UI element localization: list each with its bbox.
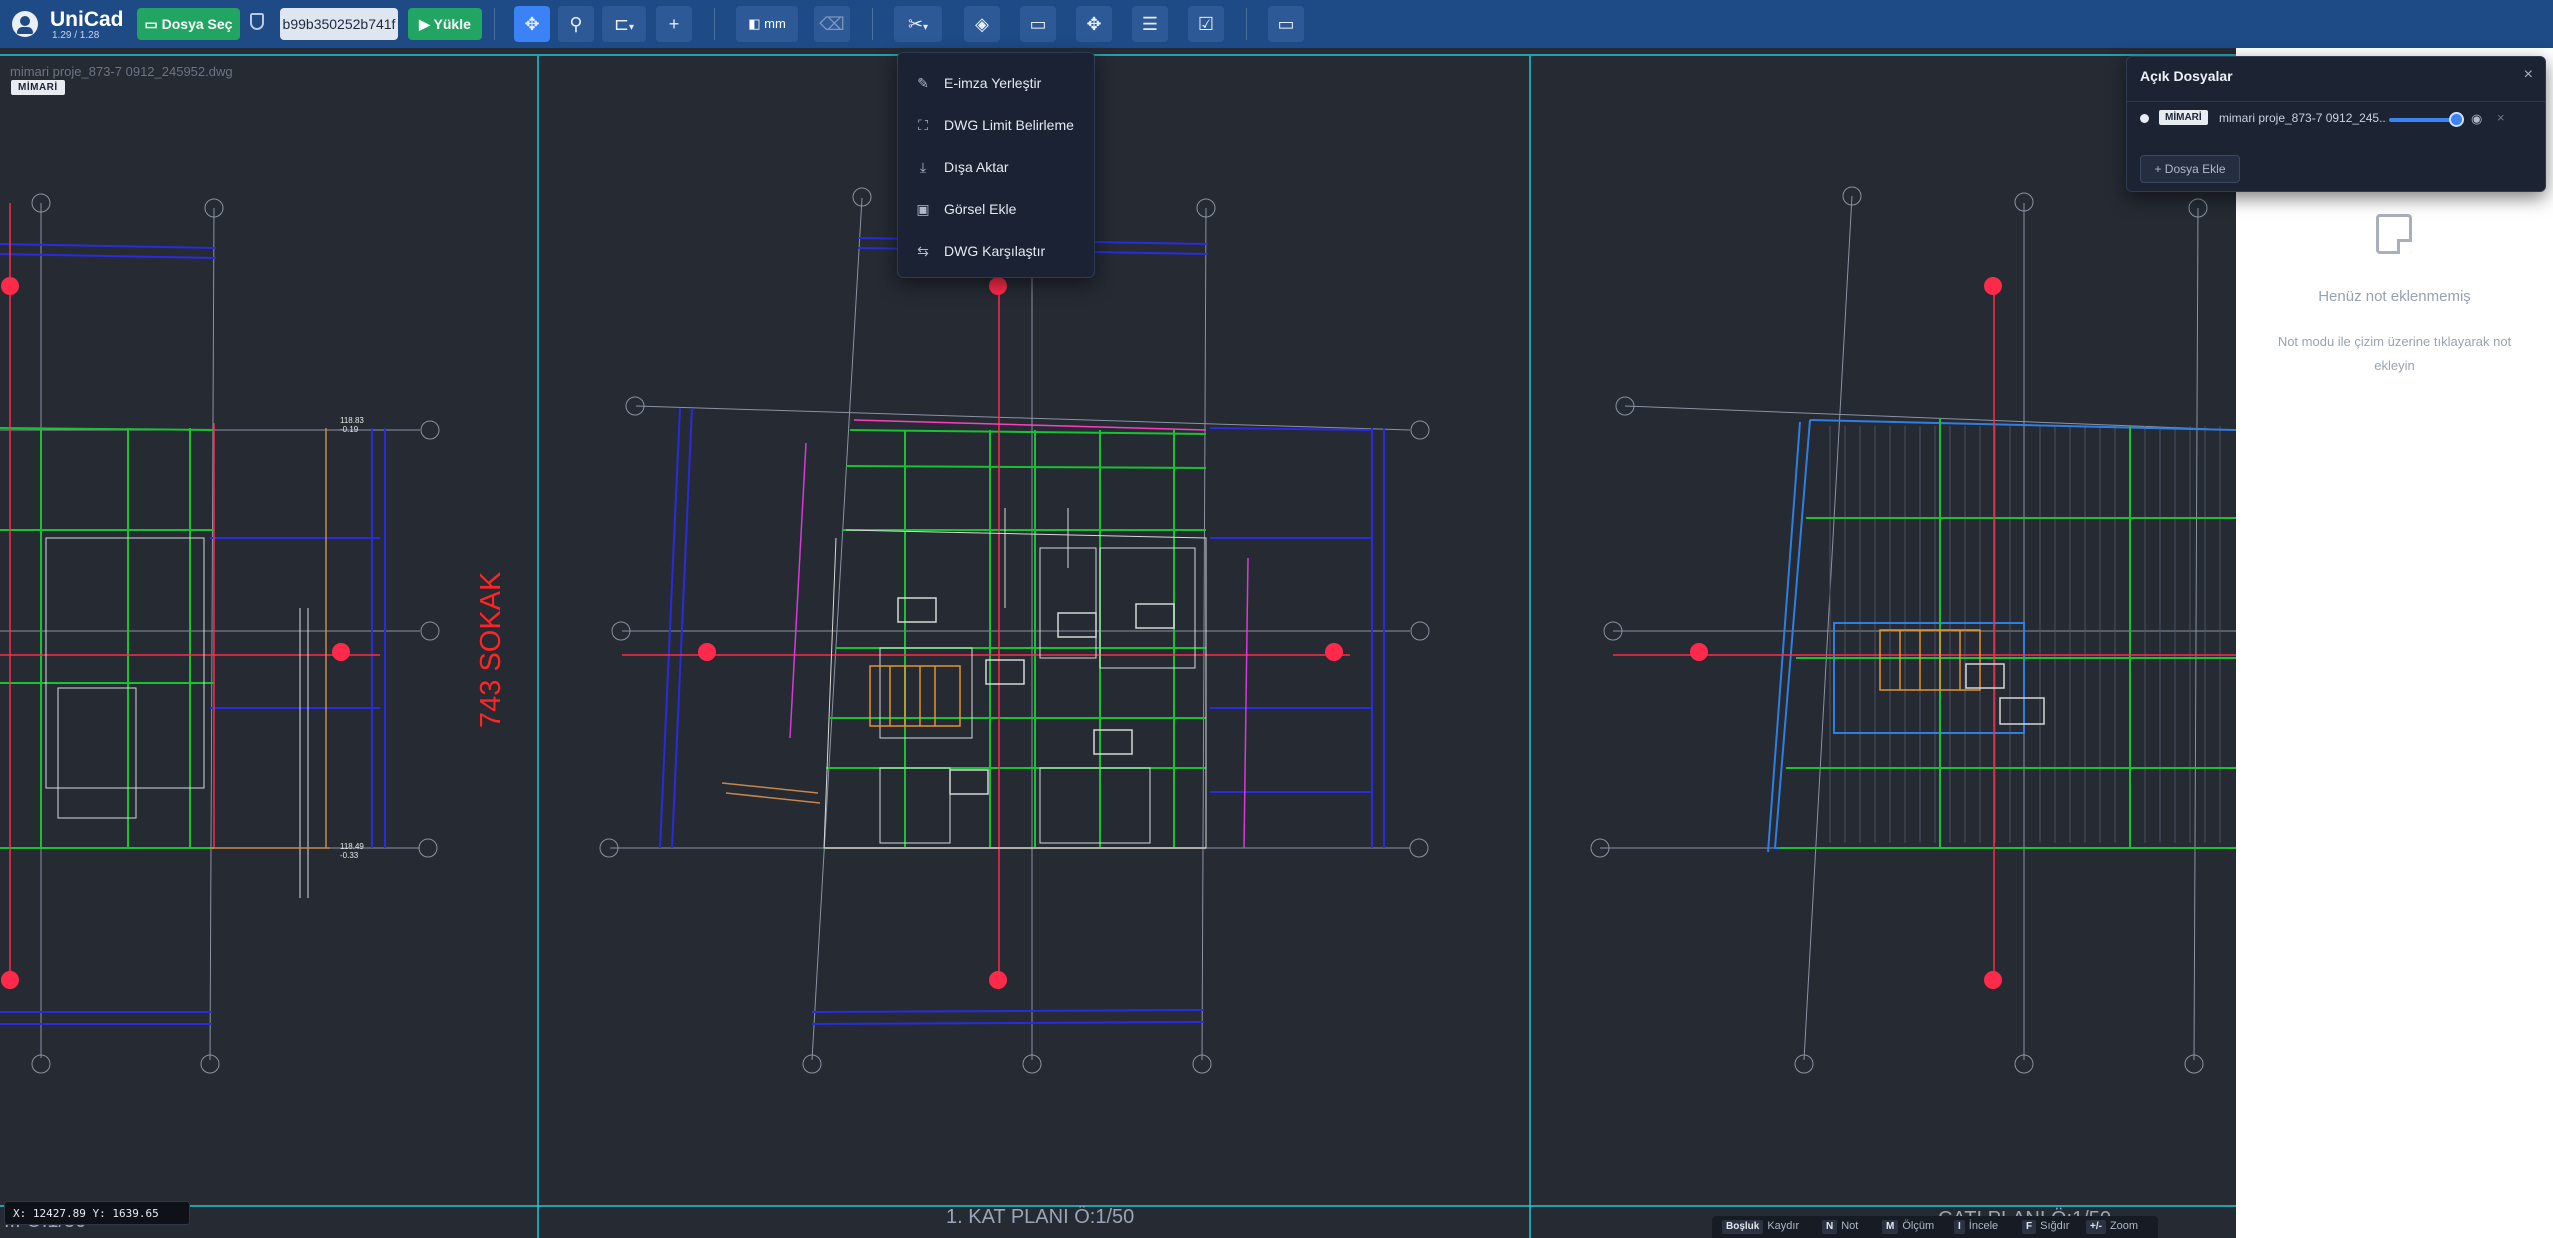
remove-file-icon[interactable]: × — [2497, 110, 2505, 125]
drawing-canvas[interactable]: 743 SOKAK 118.83 -0.19 118.49 -0.33 mima… — [0, 48, 2236, 1238]
cursor-coordinates: X: 12427.89 Y: 1639.65 — [4, 1201, 190, 1225]
drawing-svg: 743 SOKAK 118.83 -0.19 118.49 -0.33 — [0, 54, 2236, 1238]
eraser-icon: ⌫ — [819, 14, 845, 34]
chevron-down-icon: ▾ — [629, 22, 635, 33]
pan-button[interactable]: ✥ — [1076, 6, 1112, 42]
hash-field[interactable]: b99b350252b741f — [280, 8, 398, 40]
ruler-icon: ◧ — [748, 16, 765, 31]
folder-button[interactable]: ▭ — [1020, 6, 1056, 42]
elevation-label: 118.83 — [340, 416, 364, 425]
stamp-tool-button[interactable]: ⚲ — [558, 6, 594, 42]
select-file-button[interactable]: ▭ Dosya Seç — [137, 8, 240, 40]
opacity-slider[interactable] — [2389, 118, 2458, 122]
menu-item-export[interactable]: ⤓ Dışa Aktar — [898, 147, 1094, 187]
shield-icon — [250, 13, 264, 30]
pen-icon: ✎ — [917, 75, 929, 91]
elevation-label: -0.33 — [340, 851, 359, 860]
layers-button[interactable]: ◈ — [964, 6, 1000, 42]
clipboard-check-icon: ☑ — [1197, 14, 1215, 34]
compare-icon: ⇆ — [917, 243, 929, 259]
tools-menu-button[interactable]: ✂▾ — [894, 6, 942, 42]
download-icon: ⤓ — [919, 159, 927, 175]
shortcut-zoom: +/- Zoom — [2076, 1220, 2138, 1234]
stamp-icon: ⚲ — [569, 14, 583, 34]
notes-panel: Henüz not eklenmemiş Not modu ile çizim … — [2236, 48, 2553, 1238]
shortcut-pan: Boşluk Kaydır — [1712, 1220, 1799, 1234]
plan-left: 743 SOKAK 118.83 -0.19 118.49 -0.33 — [0, 193, 507, 1074]
sticky-note-icon — [2376, 214, 2412, 254]
image-icon: ▣ — [916, 201, 930, 217]
folder-icon: ▭ — [144, 16, 162, 32]
layers-icon: ◈ — [975, 14, 989, 34]
limit-frame-icon: ⛶ — [918, 117, 928, 133]
elevation-label: 118.49 — [340, 842, 364, 851]
sheet-title-first-floor: 1. KAT PLANI Ö:1/50 — [946, 1206, 1135, 1228]
add-button[interactable]: + — [656, 6, 692, 42]
toolbar-divider — [494, 8, 495, 40]
toolbar-divider — [714, 8, 715, 40]
file-discipline-badge: MİMARİ — [2159, 110, 2208, 125]
panel-divider — [2127, 101, 2545, 102]
load-button[interactable]: ▶ Yükle — [408, 8, 482, 40]
app-title: UniCad — [50, 8, 124, 31]
eraser-button[interactable]: ⌫ — [814, 6, 850, 42]
app-version: 1.29 / 1.28 — [52, 30, 100, 41]
toolbar-divider — [872, 8, 873, 40]
discipline-badge: MİMARİ — [11, 80, 65, 95]
menu-item-dwg-limit[interactable]: ⛶ DWG Limit Belirleme — [898, 105, 1094, 145]
open-files-panel: Açık Dosyalar × MİMARİ mimari proje_873-… — [2126, 56, 2546, 192]
move-arrows-icon: ✥ — [524, 14, 540, 34]
folder-icon: ▭ — [1029, 14, 1047, 34]
eye-icon[interactable]: ◉ — [2471, 111, 2485, 126]
menu-item-dwg-compare[interactable]: ⇆ DWG Karşılaştır — [898, 231, 1094, 271]
checklist-button[interactable]: ☑ — [1188, 6, 1224, 42]
shortcut-fit: F Sığdır — [2012, 1220, 2069, 1234]
play-icon: ▶ — [419, 16, 434, 32]
list-button[interactable]: ☰ — [1132, 6, 1168, 42]
open-files-title: Açık Dosyalar — [2140, 68, 2233, 84]
align-tool-dropdown[interactable]: ⊏▾ — [602, 6, 646, 42]
elevation-label: -0.19 — [340, 425, 359, 434]
file-active-dot[interactable] — [2140, 114, 2149, 123]
plan-roof — [1590, 186, 2236, 1074]
presentation-button[interactable]: ▭ — [1268, 6, 1304, 42]
user-logo-icon — [12, 11, 38, 37]
monitor-icon: ▭ — [1277, 14, 1295, 34]
opacity-slider-handle[interactable] — [2449, 112, 2465, 127]
move-arrows-icon: ✥ — [1086, 14, 1102, 34]
list-icon: ☰ — [1141, 14, 1159, 34]
unit-toggle-button[interactable]: ◧ mm — [736, 6, 798, 42]
menu-item-e-signature[interactable]: ✎ E-imza Yerleştir — [898, 63, 1094, 103]
plan-first-floor — [599, 187, 1430, 1074]
file-name-label: mimari proje_873-7 0912_245952.dwg — [10, 64, 233, 79]
tools-icon: ✂ — [907, 14, 924, 34]
add-file-button[interactable]: + Dosya Ekle — [2140, 155, 2240, 183]
close-icon[interactable]: × — [2524, 66, 2533, 84]
shortcut-inspect: I İncele — [1944, 1220, 1998, 1234]
shortcut-note: N Not — [1812, 1220, 1858, 1234]
notes-empty-title: Henüz not eklenmemiş — [2318, 288, 2471, 305]
street-label: 743 SOKAK — [475, 571, 507, 728]
toolbar-divider — [1246, 8, 1247, 40]
menu-item-add-image[interactable]: ▣ Görsel Ekle — [898, 189, 1094, 229]
shortcut-bar: Boşluk Kaydır N Not M Ölçüm I İncele F Sığdır… — [1712, 1216, 2158, 1238]
plus-icon: + — [668, 14, 680, 34]
chevron-down-icon: ▾ — [923, 22, 929, 33]
move-tool-button[interactable]: ✥ — [514, 6, 550, 42]
shortcut-measure: M Ölçüm — [1872, 1220, 1934, 1234]
notes-hint: Not modu ile çizim üzerine tıklayarak no… — [2277, 334, 2512, 373]
tools-dropdown-menu: ✎ E-imza Yerleştir ⛶ DWG Limit Belirleme… — [897, 52, 1095, 278]
top-toolbar: UniCad 1.29 / 1.28 ▭ Dosya Seç b99b35025… — [0, 0, 2553, 48]
open-file-name[interactable]: mimari proje_873-7 0912_245... — [2219, 111, 2387, 125]
align-icon: ⊏ — [613, 14, 630, 34]
